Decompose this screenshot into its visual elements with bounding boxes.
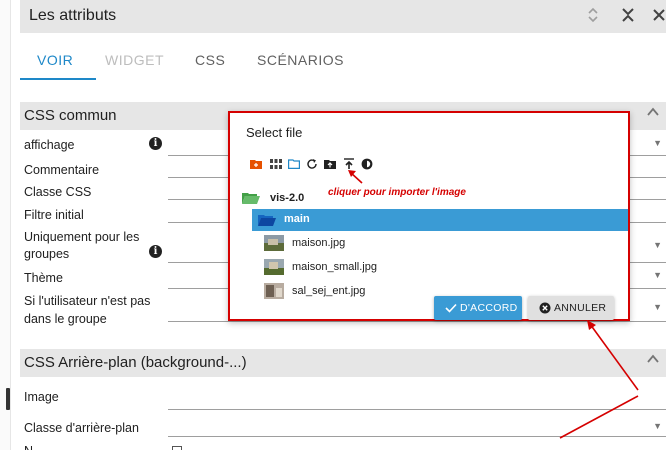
label-partial: N [24,443,33,450]
panel-header: Les attributs [20,0,666,33]
compress-icon[interactable] [621,6,635,29]
label-hors-groupe-line1: Si l'utilisateur n'est pas [24,294,151,308]
image-input[interactable] [168,409,666,410]
image-thumbnail [264,235,284,251]
chevron-down-icon[interactable]: ▼ [653,270,662,280]
root-folder-label[interactable]: vis-2.0 [270,192,304,204]
label-commentaire: Commentaire [24,163,100,177]
active-row-marker [6,388,10,410]
check-icon [444,301,458,315]
tab-widget: WIDGET [105,52,164,68]
select-file-dialog: Select file cliquer pour importer l'imag… [228,111,630,321]
folder-icon[interactable] [288,157,300,169]
section-title: CSS commun [24,107,117,124]
chevron-down-icon[interactable]: ▼ [653,421,662,431]
info-icon[interactable]: i [149,137,162,150]
image-thumbnail [264,259,284,275]
selected-folder-row[interactable]: main [252,209,628,231]
left-strip [0,0,11,450]
classe-arriere-plan-select[interactable] [168,436,666,437]
label-affichage: affichage [24,138,75,152]
refresh-icon[interactable] [306,157,318,169]
chevron-down-icon[interactable]: ▼ [653,240,662,250]
background-checkbox[interactable] [172,446,182,450]
active-tab-indicator [20,78,96,80]
ok-button[interactable]: D'ACCORD [434,296,522,320]
chevron-up-icon[interactable] [646,352,660,369]
arrow-to-image-field [559,395,639,439]
tab-css[interactable]: CSS [195,52,225,68]
info-icon[interactable]: i [149,245,162,258]
folder-open-icon [242,192,260,204]
file-name: maison_small.jpg [292,261,377,273]
cancel-button[interactable]: ANNULER [528,296,614,320]
label-groupes-line2: groupes [24,247,70,261]
expand-collapse-icon[interactable] [587,6,599,29]
chevron-down-icon[interactable]: ▼ [653,138,662,148]
cancel-button-label: ANNULER [554,302,607,314]
import-annotation: cliquer pour importer l'image [328,187,466,198]
label-hors-groupe-line2: dans le groupe [24,312,107,326]
panel-title: Les attributs [29,7,117,24]
grid-view-icon[interactable] [270,157,282,169]
tab-bar: VOIR WIDGET CSS SCÉNARIOS [20,44,666,82]
label-filtre-initial: Filtre initial [24,208,84,222]
ok-button-label: D'ACCORD [460,302,518,314]
label-image: Image [24,390,59,404]
tab-voir[interactable]: VOIR [37,52,73,68]
tab-scenarios[interactable]: SCÉNARIOS [257,52,344,68]
hors-groupe-select[interactable] [168,321,666,322]
folder-open-icon [258,214,276,226]
close-icon[interactable] [652,6,666,29]
label-theme: Thème [24,271,63,285]
label-groupes-line1: Uniquement pour les [24,230,140,244]
file-name: maison.jpg [292,237,346,249]
chevron-down-icon[interactable]: ▼ [653,302,662,312]
section-header-background[interactable]: CSS Arrière-plan (background-...) [20,349,666,377]
add-folder-icon[interactable] [250,157,262,169]
upload-icon[interactable] [343,157,355,169]
chevron-up-icon[interactable] [646,105,660,122]
section-title: CSS Arrière-plan (background-...) [24,354,247,371]
cancel-icon [538,301,552,315]
label-classe-css: Classe CSS [24,185,92,199]
folder-upload-icon[interactable] [324,157,336,169]
brightness-icon[interactable] [361,157,373,170]
dialog-title: Select file [246,125,303,140]
file-name: sal_sej_ent.jpg [292,285,366,297]
image-thumbnail [264,283,284,299]
selected-folder-label: main [284,213,310,225]
label-classe-arriere-plan: Classe d'arrière-plan [24,421,139,435]
